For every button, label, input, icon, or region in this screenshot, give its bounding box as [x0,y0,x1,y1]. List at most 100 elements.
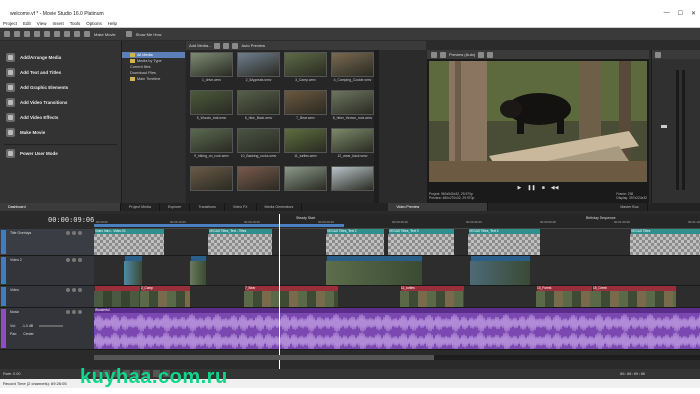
solo-icon[interactable] [78,288,82,292]
volume-slider[interactable] [39,325,64,327]
playhead-cursor[interactable] [279,214,280,369]
media-thumbnail[interactable]: 7_Bear.wmv [284,90,327,123]
video-event[interactable]: 11_turtles [400,286,464,307]
video2-event[interactable] [470,256,530,285]
track-header-title[interactable]: Title Overlays [0,229,94,256]
preview-quality-select[interactable]: Preview (Auto) [449,52,475,57]
close-icon[interactable]: ✕ [691,10,696,17]
track-header-video[interactable]: Video [0,286,94,308]
menu-edit[interactable]: Edit [23,21,31,26]
power-user-mode-button[interactable]: Power User Mode [0,146,121,160]
media-thumbnail[interactable] [331,166,374,199]
title-event[interactable]: VEGAS Titles_Text - Titles [208,229,272,255]
video2-event[interactable] [190,256,206,285]
media-scrollbar[interactable] [374,50,379,203]
undo-icon[interactable] [34,31,40,37]
media-thumbnail[interactable]: 4_Camping_Cookie.wmv [331,52,374,85]
title-event[interactable]: VEGAS Titles_Text 4 [468,229,540,255]
stop-icon[interactable]: ■ [542,185,545,191]
minimize-icon[interactable]: — [664,10,670,17]
solo-icon[interactable] [78,231,82,235]
menu-insert[interactable]: Insert [52,21,63,26]
settings-icon[interactable] [431,51,437,58]
tab-transitions[interactable]: Transitions [190,203,225,211]
video-event[interactable]: 13_Forest [536,286,592,307]
make-movie-button[interactable]: Make Movie [94,32,116,37]
copy-icon[interactable] [64,31,70,37]
mute-icon[interactable] [72,310,76,314]
tab-video-preview[interactable]: Video Preview [388,203,489,211]
title-event[interactable]: VEGAS Titles_Text 3 [388,229,454,255]
pause-icon[interactable]: ❚❚ [527,185,535,191]
tab-project-media[interactable]: Project Media [121,203,160,211]
menu-tools[interactable]: Tools [70,21,81,26]
add-arrange-media-button[interactable]: Add/Arrange Media [0,50,121,64]
previous-frame-icon[interactable]: ◀◀ [551,185,559,191]
media-thumbnail[interactable]: 9_hiking_on_rock.wmv [190,128,233,161]
media-thumbnail[interactable] [237,166,280,199]
add-graphic-elements-button[interactable]: Add Graphic Elements [0,80,121,94]
marker-label[interactable]: Steady Start [296,216,315,220]
add-media-button[interactable]: Add Media... [189,43,211,48]
mixer-icon[interactable] [655,51,661,58]
new-icon[interactable] [4,31,10,37]
video2-event[interactable] [124,256,142,285]
snapshot-icon[interactable] [487,51,494,58]
add-video-effects-button[interactable]: Add Video Effects [0,110,121,124]
tab-explorer[interactable]: Explorer [160,203,191,211]
media-thumbnail[interactable] [284,166,327,199]
fx-icon[interactable] [66,258,70,262]
overlays-icon[interactable] [478,51,485,58]
maximize-icon[interactable]: ☐ [678,10,683,17]
tab-master-bus[interactable]: Master Bus [612,203,648,211]
tab-media-generators[interactable]: Media Generators [257,203,303,211]
menu-options[interactable]: Options [86,21,102,26]
video-event[interactable]: 7_Bear [244,286,338,307]
scroll-thumb[interactable] [94,355,434,360]
mute-icon[interactable] [72,231,76,235]
media-thumbnail[interactable]: 10_Backing_rocks.wmv [237,128,280,161]
mute-icon[interactable] [72,288,76,292]
timeline-ruler[interactable]: Steady Start Birthday Sequence 00:00:00 0… [94,214,700,229]
make-movie-icon[interactable] [84,31,90,37]
play-preview-icon[interactable] [232,42,239,49]
remove-icon[interactable] [214,42,221,49]
tab-video-fx[interactable]: Video FX [225,203,257,211]
menu-help[interactable]: Help [108,21,117,26]
track-header-music[interactable]: Music Vol: -1.0 dB Pan: Center [0,308,94,350]
media-thumbnail[interactable]: 12_wear_back.wmv [331,128,374,161]
auto-preview-toggle[interactable]: Auto Preview [241,43,265,48]
menu-view[interactable]: View [37,21,47,26]
marker-label[interactable]: Birthday Sequence [586,216,616,220]
views-icon[interactable] [223,42,230,49]
video-event[interactable]: 15_Creek [592,286,676,307]
media-thumbnail[interactable] [190,166,233,199]
media-thumbnail[interactable]: 5_Woods_trail.wmv [190,90,233,123]
save-icon[interactable] [24,31,30,37]
play-icon[interactable]: ▶ [518,185,522,191]
media-thumbnail[interactable]: 1_drive.wmv [190,52,233,85]
mute-icon[interactable] [72,258,76,262]
cut-icon[interactable] [54,31,60,37]
media-thumbnail[interactable]: 11_turtles.wmv [284,128,327,161]
media-thumbnail[interactable]: 3_Camp.wmv [284,52,327,85]
timeline-scrollbar[interactable] [94,355,700,360]
solo-icon[interactable] [78,258,82,262]
add-video-transitions-button[interactable]: Add Video Transitions [0,95,121,109]
media-thumbnail[interactable]: 2_5Appeals.wmv [237,52,280,85]
media-thumbnail[interactable]: 8_hiker_thrown_rock.wmv [331,90,374,123]
add-text-titles-button[interactable]: Add Text and Titles [0,65,121,79]
menu-project[interactable]: Project [3,21,17,26]
paste-icon[interactable] [74,31,80,37]
split-icon[interactable] [440,51,446,58]
loop-region[interactable] [94,224,344,227]
title-event[interactable]: Video Intro - Video 01 [94,229,164,255]
track-header-video2[interactable]: Video 2 [0,256,94,286]
redo-icon[interactable] [44,31,50,37]
fx-icon[interactable] [66,288,70,292]
fx-icon[interactable] [66,231,70,235]
master-fader[interactable] [661,125,667,128]
open-icon[interactable] [14,31,20,37]
tree-main-timeline[interactable]: Main Timeline [122,76,185,82]
music-event[interactable]: Wonderful [94,308,700,349]
